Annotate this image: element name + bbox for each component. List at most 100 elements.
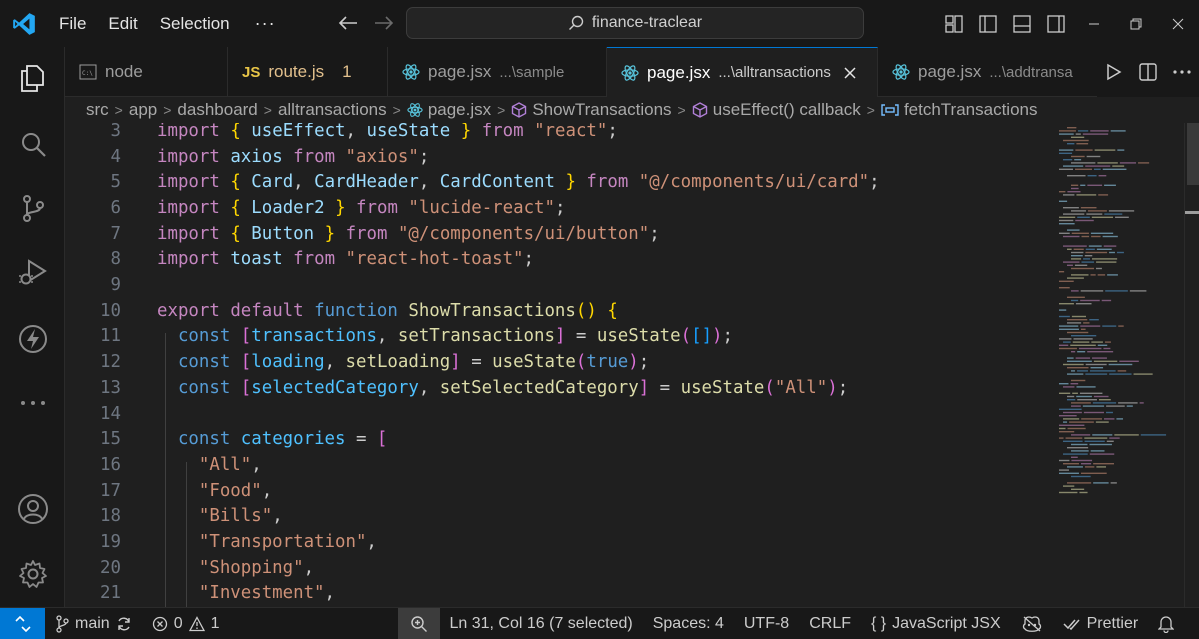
tab-page-jsx-alltransactions[interactable]: page.jsx ...\alltransactions — [607, 47, 878, 97]
line-number: 9 — [110, 275, 121, 296]
run-debug-icon[interactable] — [0, 244, 65, 300]
command-center-search[interactable]: finance-traclear — [406, 7, 864, 39]
code-editor[interactable]: 3 import { useEffect, useState } from "r… — [65, 123, 1199, 607]
more-views-icon[interactable] — [0, 375, 65, 431]
minimap-line — [1067, 357, 1074, 359]
line-number: 8 — [110, 249, 121, 270]
tab-page-jsx-addtransaction[interactable]: page.jsx ...\addtransa — [878, 47, 1098, 97]
language-mode[interactable]: { } JavaScript JSX — [861, 608, 1011, 639]
back-arrow-icon[interactable] — [338, 11, 358, 37]
minimap[interactable] — [1057, 123, 1182, 607]
breadcrumb-variable[interactable]: fetchTransactions — [881, 100, 1038, 120]
code-text: import { Button } from "@/components/ui/… — [157, 223, 660, 244]
minimap-line — [1067, 248, 1072, 250]
minimap-line — [1079, 491, 1088, 494]
git-branch-status[interactable]: main — [45, 608, 142, 639]
problems-status[interactable]: 0 1 — [142, 608, 230, 639]
scrollbar-thumb[interactable] — [1187, 123, 1199, 185]
vertical-scrollbar[interactable] — [1184, 123, 1199, 607]
minimap-line — [1095, 421, 1109, 423]
remote-indicator-icon[interactable] — [0, 607, 45, 639]
minimap-line — [1059, 424, 1085, 426]
code-text: "Bills", — [198, 506, 283, 527]
sync-icon[interactable] — [116, 616, 132, 632]
minimap-line — [1071, 155, 1085, 158]
minimap-line — [1059, 315, 1070, 318]
minimap-line — [1097, 162, 1118, 164]
minimap-line — [1067, 395, 1075, 398]
minimap-line — [1102, 325, 1117, 327]
more-actions-icon[interactable] — [1165, 47, 1199, 97]
breadcrumb-app[interactable]: app — [129, 100, 157, 120]
source-control-icon[interactable] — [0, 180, 65, 236]
restore-icon[interactable] — [1115, 0, 1157, 47]
prettier-label: Prettier — [1086, 614, 1139, 632]
minimap-line — [1092, 434, 1113, 436]
copilot-icon[interactable] — [1011, 608, 1053, 639]
tab-page-jsx-sample[interactable]: page.jsx ...\sample — [388, 47, 607, 97]
encoding-status[interactable]: UTF-8 — [734, 608, 799, 639]
breadcrumb-callback[interactable]: useEffect() callback — [692, 100, 861, 120]
menu-edit[interactable]: Edit — [97, 0, 148, 47]
explorer-icon[interactable] — [0, 50, 65, 106]
minimap-line — [1080, 299, 1100, 302]
minimap-line — [1112, 165, 1125, 167]
minimap-line — [1070, 344, 1096, 346]
run-file-icon[interactable] — [1097, 47, 1131, 97]
cursor-position[interactable]: Ln 31, Col 16 (7 selected) — [440, 608, 643, 639]
accounts-icon[interactable] — [0, 481, 65, 537]
settings-gear-icon[interactable] — [0, 546, 65, 602]
breadcrumb-src[interactable]: src — [86, 100, 109, 120]
tab-description: ...\addtransa — [989, 63, 1073, 81]
breadcrumb: src > app > dashboard > alltransactions … — [65, 97, 1199, 123]
zoom-icon[interactable] — [397, 607, 440, 639]
extension-bolt-icon[interactable] — [0, 311, 65, 367]
indentation-status[interactable]: Spaces: 4 — [643, 608, 734, 639]
search-view-icon[interactable] — [0, 117, 65, 173]
minimap-line — [1067, 264, 1073, 266]
close-window-icon[interactable] — [1157, 0, 1199, 47]
minimap-line — [1091, 258, 1118, 260]
line-number: 18 — [100, 506, 121, 527]
react-icon — [621, 64, 639, 81]
breadcrumb-function[interactable]: ShowTransactions — [511, 100, 672, 120]
terminal-icon: C:\ — [79, 64, 97, 80]
code-text: const categories = [ — [177, 429, 388, 450]
minimap-line — [1077, 351, 1086, 353]
menu-selection[interactable]: Selection — [149, 0, 241, 47]
minimap-line — [1071, 184, 1079, 186]
minimap-line — [1107, 274, 1118, 276]
toggle-panel-icon[interactable] — [1005, 0, 1039, 47]
js-file-icon: JS — [242, 63, 261, 81]
code-text: "Transportation", — [198, 532, 377, 553]
breadcrumb-alltransactions[interactable]: alltransactions — [278, 100, 387, 120]
code-text: const [selectedCategory, setSelectedCate… — [177, 377, 849, 398]
minimap-line — [1059, 309, 1067, 311]
split-editor-icon[interactable] — [1131, 47, 1165, 97]
tab-node[interactable]: C:\ node — [65, 47, 228, 97]
toggle-secondary-sidebar-icon[interactable] — [1039, 0, 1073, 47]
toggle-primary-sidebar-icon[interactable] — [971, 0, 1005, 47]
react-icon — [402, 64, 420, 80]
menu-file[interactable]: File — [48, 0, 97, 47]
minimap-line — [1090, 232, 1114, 234]
close-tab-icon[interactable] — [843, 66, 857, 80]
minimap-line — [1071, 267, 1095, 270]
breadcrumb-file[interactable]: page.jsx — [407, 100, 491, 120]
menu-more-button[interactable]: ··· — [241, 13, 290, 34]
eol-status[interactable]: CRLF — [799, 608, 861, 639]
title-bar: File Edit Selection ··· finance-traclear — [0, 0, 1199, 47]
customize-layout-icon[interactable] — [937, 0, 971, 47]
notifications-bell-icon[interactable] — [1148, 608, 1184, 639]
minimap-line — [1084, 437, 1108, 439]
prettier-status[interactable]: Prettier — [1053, 608, 1149, 639]
tab-route-js[interactable]: JS route.js 1 — [228, 47, 388, 97]
minimap-line — [1071, 251, 1084, 254]
minimap-line — [1071, 475, 1091, 478]
minimize-icon[interactable] — [1073, 0, 1115, 47]
minimap-line — [1103, 418, 1115, 420]
forward-arrow-icon[interactable] — [374, 11, 394, 37]
breadcrumb-dashboard[interactable]: dashboard — [177, 100, 257, 120]
symbol-method-icon — [692, 102, 707, 118]
chevron-right-icon: > — [114, 102, 123, 118]
